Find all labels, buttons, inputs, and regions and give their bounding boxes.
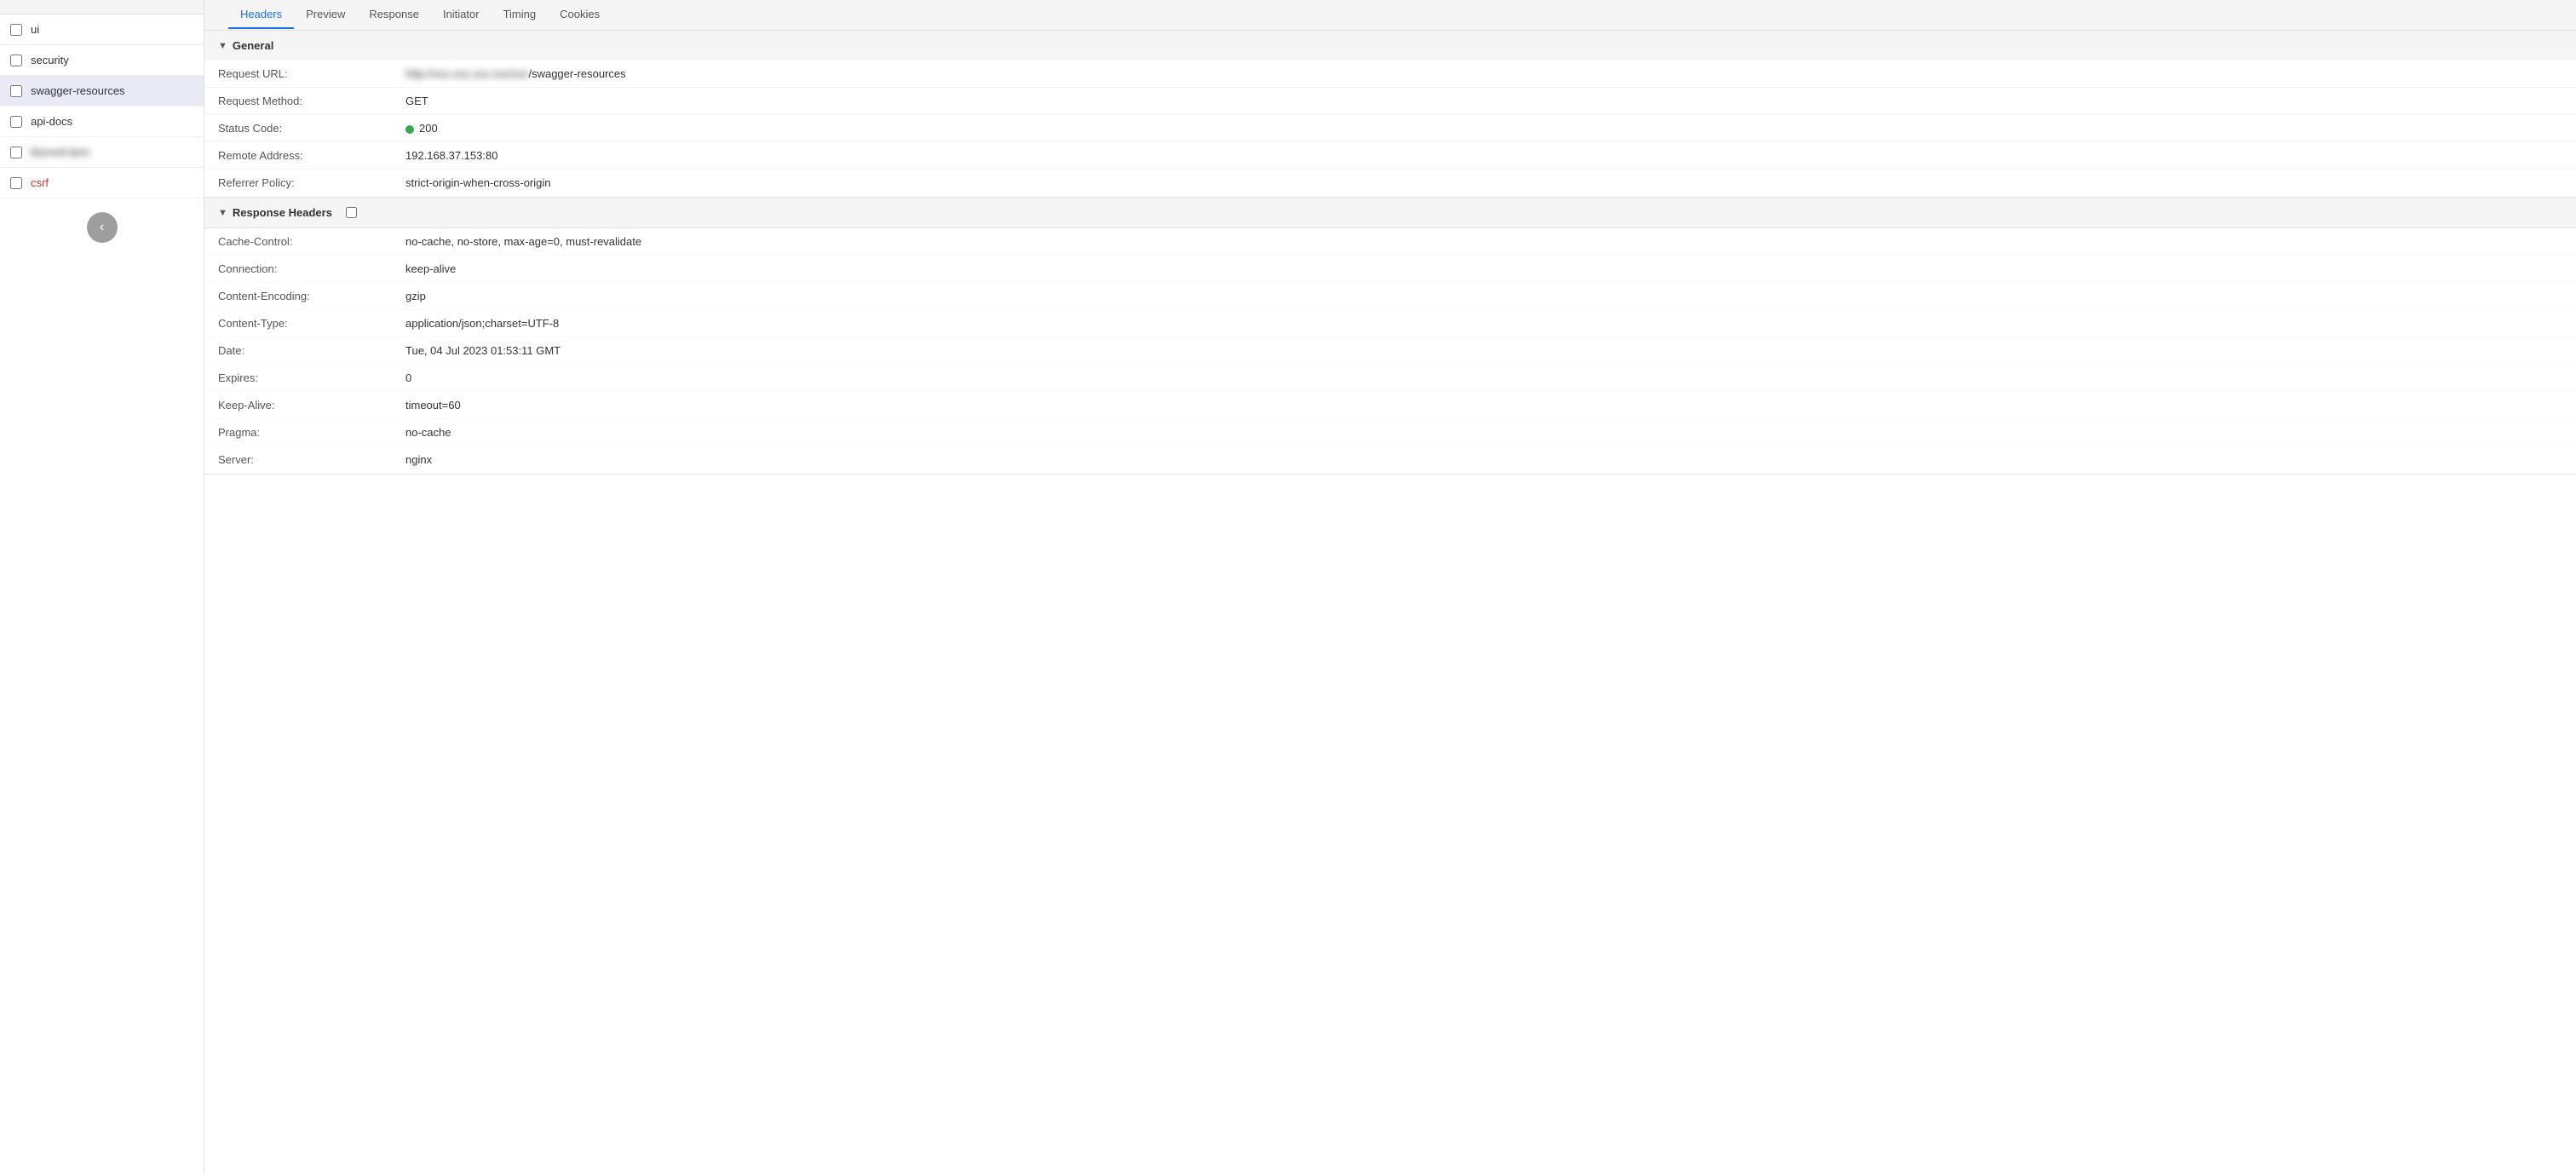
prop-name: Content-Type: [218,317,405,330]
tab-response[interactable]: Response [357,1,431,29]
prop-value: timeout=60 [405,399,2562,411]
nav-checkbox-api-docs[interactable] [10,116,22,128]
prop-value: no-cache, no-store, max-age=0, must-reva… [405,235,2562,248]
prop-value: http://xxx.xxx.xxx.xxx/xxx/swagger-resou… [405,67,2562,80]
tab-timing[interactable]: Timing [492,1,549,29]
prop-value: application/json;charset=UTF-8 [405,317,2562,330]
nav-item-security[interactable]: security [0,45,204,76]
response-header-row: Pragma:no-cache [204,419,2576,446]
prop-name: Cache-Control: [218,235,405,248]
prop-name: Keep-Alive: [218,399,405,411]
general-section-header[interactable]: ▼ General [204,31,2576,60]
nav-checkbox-csrf[interactable] [10,177,22,189]
prop-value: Tue, 04 Jul 2023 01:53:11 GMT [405,344,2562,357]
prop-value: keep-alive [405,262,2562,275]
prop-value: 200 [405,122,2562,135]
tab-cookies[interactable]: Cookies [548,1,612,29]
prop-name: Request Method: [218,95,405,107]
prop-name: Request URL: [218,67,405,80]
prop-name: Pragma: [218,426,405,439]
general-section-body: Request URL:http://xxx.xxx.xxx.xxx/xxx/s… [204,60,2576,197]
raw-checkbox-label[interactable] [346,207,362,218]
prop-value: gzip [405,290,2562,302]
response-header-row: Server:nginx [204,446,2576,474]
response-headers-title: Response Headers [233,206,332,219]
nav-label-blurred-item: blurred-item [31,146,89,158]
general-row: Referrer Policy:strict-origin-when-cross… [204,170,2576,197]
left-panel: ui security swagger-resources api-docs blurr… [0,0,204,1174]
prop-name: Date: [218,344,405,357]
nav-item-blurred-item[interactable]: blurred-item [0,137,204,168]
nav-label-security: security [31,54,69,66]
prop-name: Referrer Policy: [218,176,405,189]
general-toggle-icon: ▼ [218,41,227,51]
collapse-panel-button[interactable]: ‹ [87,212,118,243]
close-tab-button[interactable] [211,12,225,19]
nav-item-swagger-resources[interactable]: swagger-resources [0,76,204,106]
raw-checkbox-input[interactable] [346,207,357,218]
prop-value: strict-origin-when-cross-origin [405,176,2562,189]
response-headers-body: Cache-Control:no-cache, no-store, max-ag… [204,228,2576,474]
response-headers-toggle[interactable]: ▼ Response Headers [218,206,332,219]
prop-name: Server: [218,453,405,466]
response-header-row: Expires:0 [204,365,2576,392]
response-header-row: Connection:keep-alive [204,256,2576,283]
prop-value: no-cache [405,426,2562,439]
prop-value: 0 [405,371,2562,384]
tab-headers[interactable]: Headers [228,1,294,29]
general-section: ▼ General Request URL:http://xxx.xxx.xxx… [204,31,2576,198]
prop-name: Status Code: [218,122,405,135]
response-headers-toggle-icon: ▼ [218,208,227,218]
general-section-title: General [233,39,273,52]
response-header-row: Cache-Control:no-cache, no-store, max-ag… [204,228,2576,256]
nav-label-api-docs: api-docs [31,115,72,128]
nav-checkbox-security[interactable] [10,55,22,66]
response-header-row: Content-Encoding:gzip [204,283,2576,310]
tabs-bar: HeadersPreviewResponseInitiatorTimingCoo… [204,0,2576,31]
prop-value: GET [405,95,2562,107]
general-row: Request URL:http://xxx.xxx.xxx.xxx/xxx/s… [204,60,2576,88]
status-dot-icon [405,125,414,134]
nav-label-csrf: csrf [31,176,49,189]
general-row: Request Method:GET [204,88,2576,115]
nav-item-csrf[interactable]: csrf [0,168,204,199]
nav-checkbox-swagger-resources[interactable] [10,85,22,97]
blurred-url-prefix: http://xxx.xxx.xxx.xxx/xxx [405,67,528,80]
name-column-header [0,0,204,14]
nav-checkbox-blurred-item[interactable] [10,147,22,158]
nav-item-ui[interactable]: ui [0,14,204,45]
response-header-row: Keep-Alive:timeout=60 [204,392,2576,419]
tab-preview[interactable]: Preview [294,1,357,29]
prop-name: Remote Address: [218,149,405,162]
response-headers-section-header: ▼ Response Headers [204,198,2576,228]
nav-item-api-docs[interactable]: api-docs [0,106,204,137]
prop-name: Connection: [218,262,405,275]
content-area: ▼ General Request URL:http://xxx.xxx.xxx… [204,31,2576,1174]
prop-name: Expires: [218,371,405,384]
general-row: Status Code:200 [204,115,2576,142]
prop-value: nginx [405,453,2562,466]
response-headers-section: ▼ Response Headers Cache-Control:no-cach… [204,198,2576,475]
nav-checkbox-ui[interactable] [10,24,22,36]
right-panel: HeadersPreviewResponseInitiatorTimingCoo… [204,0,2576,1174]
response-header-row: Content-Type:application/json;charset=UT… [204,310,2576,337]
prop-name: Content-Encoding: [218,290,405,302]
nav-label-swagger-resources: swagger-resources [31,84,125,97]
tab-initiator[interactable]: Initiator [431,1,492,29]
nav-label-ui: ui [31,23,39,36]
general-row: Remote Address:192.168.37.153:80 [204,142,2576,170]
prop-value: 192.168.37.153:80 [405,149,2562,162]
response-header-row: Date:Tue, 04 Jul 2023 01:53:11 GMT [204,337,2576,365]
